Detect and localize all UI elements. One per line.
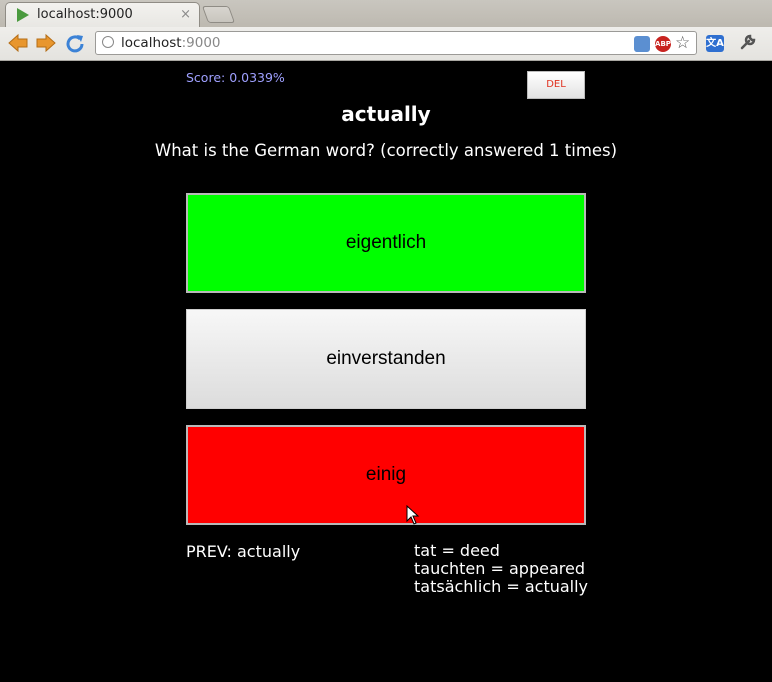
mail-extension-icon[interactable] [634,36,650,52]
list-item: tat = deed [414,541,500,560]
delete-button[interactable]: DEL [527,71,585,99]
prompt-word: actually [341,102,431,126]
play-icon [17,8,29,22]
score-text: Score: 0.0339% [186,70,285,85]
list-item: tatsächlich = actually [414,577,589,596]
browser-window: localhost:9000 × localhost:9000 ABP ☆ 文A… [0,0,772,682]
browser-toolbar: localhost:9000 ABP ☆ 文A [0,27,772,61]
globe-icon [102,36,114,48]
answer-button-correct[interactable]: eigentlich [186,193,586,293]
address-bar[interactable]: localhost:9000 ABP ☆ [95,31,697,55]
mouse-cursor-icon [406,504,420,529]
previous-word: PREV: actually [186,542,301,561]
question-text: What is the German word? (correctly answ… [154,141,618,160]
adblock-icon[interactable]: ABP [655,36,671,52]
close-icon[interactable]: × [180,7,191,23]
tab-strip: localhost:9000 × [0,0,772,27]
star-icon[interactable]: ☆ [675,33,690,53]
tab-title: localhost:9000 [37,7,133,22]
recent-translations-list: tat = deed tauchten = appeared tatsächli… [414,542,588,596]
url-text: localhost:9000 [121,35,221,51]
translate-icon[interactable]: 文A [706,35,724,52]
page-content: Score: 0.0339% DEL actually What is the … [0,61,772,682]
reload-icon[interactable] [64,33,86,53]
wrench-icon[interactable] [739,33,757,56]
back-arrow-icon[interactable] [7,33,29,53]
new-tab-button[interactable] [201,6,236,23]
forward-arrow-icon[interactable] [35,33,57,53]
browser-tab[interactable]: localhost:9000 × [5,2,200,27]
answer-button-neutral[interactable]: einverstanden [186,309,586,409]
answer-button-wrong[interactable]: einig [186,425,586,525]
list-item: tauchten = appeared [414,559,585,578]
